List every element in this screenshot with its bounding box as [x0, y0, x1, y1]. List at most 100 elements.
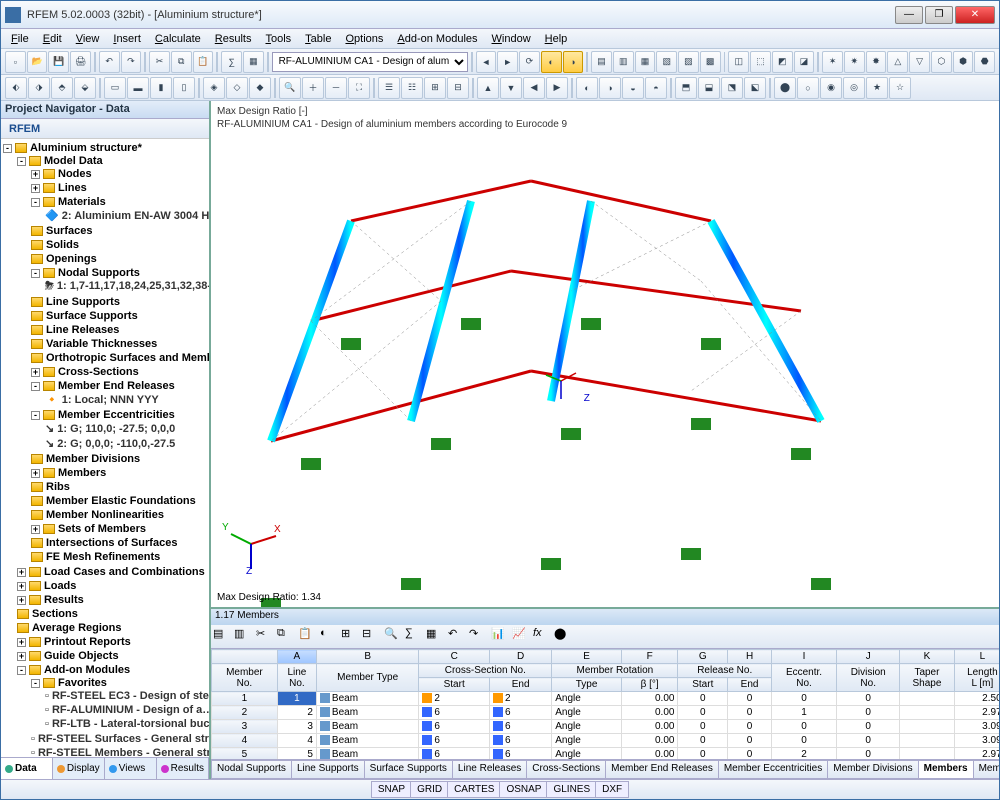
copy-icon[interactable]: ⧉	[171, 51, 192, 73]
status-cartes[interactable]: CARTES	[447, 781, 501, 798]
r19-icon[interactable]: ▶	[546, 77, 568, 99]
redo-icon[interactable]: ↷	[121, 51, 142, 73]
tt7-icon[interactable]: ⊞	[341, 627, 361, 647]
tt12-icon[interactable]: ↶	[448, 627, 468, 647]
tt-fx-icon[interactable]: fx	[533, 627, 553, 647]
tt5-icon[interactable]: 📋	[298, 627, 318, 647]
mesh-icon[interactable]: ▦	[243, 51, 264, 73]
r17-icon[interactable]: ▼	[500, 77, 522, 99]
r12-icon[interactable]: ☰	[378, 77, 400, 99]
new-icon[interactable]: ▫	[5, 51, 26, 73]
menu-calculate[interactable]: Calculate	[149, 31, 207, 47]
nav-tab-data[interactable]: Data	[1, 758, 53, 779]
r15-icon[interactable]: ⊟	[447, 77, 469, 99]
nav-tab-display[interactable]: Display	[53, 758, 105, 779]
table-tab-member-divisions[interactable]: Member Divisions	[827, 760, 918, 779]
status-grid[interactable]: GRID	[410, 781, 449, 798]
t5-icon[interactable]: ▨	[678, 51, 699, 73]
menu-view[interactable]: View	[70, 31, 106, 47]
r1-icon[interactable]: ⬖	[5, 77, 27, 99]
tt4-icon[interactable]: ⧉	[277, 627, 297, 647]
paste-icon[interactable]: 📋	[193, 51, 214, 73]
navigator-tree[interactable]: -Aluminium structure* -Model Data +Nodes…	[1, 139, 209, 757]
t1-icon[interactable]: ▤	[591, 51, 612, 73]
menu-options[interactable]: Options	[339, 31, 389, 47]
tt10-icon[interactable]: ∑	[405, 627, 425, 647]
nav-fwd-icon[interactable]: ►	[497, 51, 518, 73]
menu-results[interactable]: Results	[209, 31, 258, 47]
zoom-out-icon[interactable]: －	[325, 77, 347, 99]
r31-icon[interactable]: ◎	[843, 77, 865, 99]
r3-icon[interactable]: ⬘	[51, 77, 73, 99]
tt6-icon[interactable]: ◐	[320, 627, 340, 647]
navigator-root[interactable]: RFEM	[1, 119, 209, 139]
menu-help[interactable]: Help	[539, 31, 574, 47]
r9-icon[interactable]: ◈	[203, 77, 225, 99]
t8-icon[interactable]: ⬚	[750, 51, 771, 73]
t14-icon[interactable]: △	[887, 51, 908, 73]
t12-icon[interactable]: ✷	[844, 51, 865, 73]
r21-icon[interactable]: ◑	[599, 77, 621, 99]
tt14-icon[interactable]: 📊	[491, 627, 511, 647]
table-tab-member-end-releases[interactable]: Member End Releases	[605, 760, 719, 779]
table-tab-surface-supports[interactable]: Surface Supports	[364, 760, 453, 779]
tt9-icon[interactable]: 🔍	[384, 627, 404, 647]
zoom-icon[interactable]: 🔍	[279, 77, 301, 99]
menu-table[interactable]: Table	[299, 31, 337, 47]
status-osnap[interactable]: OSNAP	[499, 781, 548, 798]
r11-icon[interactable]: ◆	[249, 77, 271, 99]
r23-icon[interactable]: ◓	[645, 77, 667, 99]
save-icon[interactable]: 💾	[48, 51, 69, 73]
tt3-icon[interactable]: ✂	[256, 627, 276, 647]
tt13-icon[interactable]: ↷	[469, 627, 489, 647]
t7-icon[interactable]: ◫	[728, 51, 749, 73]
r28-icon[interactable]: ⬤	[774, 77, 796, 99]
nav-tab-results[interactable]: Results	[157, 758, 209, 779]
tt11-icon[interactable]: ▦	[426, 627, 446, 647]
calc-icon[interactable]: ∑	[221, 51, 242, 73]
r26-icon[interactable]: ⬔	[721, 77, 743, 99]
r6-icon[interactable]: ▬	[127, 77, 149, 99]
refresh-icon[interactable]: ⟳	[519, 51, 540, 73]
r7-icon[interactable]: ▮	[150, 77, 172, 99]
r5-icon[interactable]: ▭	[104, 77, 126, 99]
r30-icon[interactable]: ◉	[820, 77, 842, 99]
highlight-1-icon[interactable]: ◐	[541, 51, 562, 73]
table-tab-members[interactable]: Members	[918, 760, 974, 779]
status-dxf[interactable]: DXF	[595, 781, 629, 798]
t9-icon[interactable]: ◩	[772, 51, 793, 73]
t13-icon[interactable]: ✸	[866, 51, 887, 73]
tt8-icon[interactable]: ⊟	[362, 627, 382, 647]
menu-window[interactable]: Window	[486, 31, 537, 47]
status-glines[interactable]: GLINES	[546, 781, 597, 798]
maximize-button[interactable]: ❐	[925, 6, 953, 24]
open-icon[interactable]: 📂	[27, 51, 48, 73]
r4-icon[interactable]: ⬙	[74, 77, 96, 99]
r33-icon[interactable]: ☆	[889, 77, 911, 99]
t15-icon[interactable]: ▽	[909, 51, 930, 73]
menu-file[interactable]: File	[5, 31, 35, 47]
tt15-icon[interactable]: 📈	[512, 627, 532, 647]
t6-icon[interactable]: ▩	[700, 51, 721, 73]
titlebar[interactable]: RFEM 5.02.0003 (32bit) - [Aluminium stru…	[1, 1, 999, 29]
table-tab-nodal-supports[interactable]: Nodal Supports	[211, 760, 292, 779]
close-button[interactable]: ✕	[955, 6, 995, 24]
nav-back-icon[interactable]: ◄	[476, 51, 497, 73]
table-tab-cross-sections[interactable]: Cross-Sections	[526, 760, 606, 779]
table-tab-line-supports[interactable]: Line Supports	[291, 760, 365, 779]
r14-icon[interactable]: ⊞	[424, 77, 446, 99]
table-tab-line-releases[interactable]: Line Releases	[452, 760, 527, 779]
r10-icon[interactable]: ◇	[226, 77, 248, 99]
r2-icon[interactable]: ⬗	[28, 77, 50, 99]
r20-icon[interactable]: ◐	[576, 77, 598, 99]
tt2-icon[interactable]: ▥	[234, 627, 254, 647]
menu-tools[interactable]: Tools	[259, 31, 297, 47]
table-tab-member-eccentricities[interactable]: Member Eccentricities	[718, 760, 828, 779]
t17-icon[interactable]: ⬢	[953, 51, 974, 73]
r32-icon[interactable]: ★	[866, 77, 888, 99]
minimize-button[interactable]: —	[895, 6, 923, 24]
undo-icon[interactable]: ↶	[99, 51, 120, 73]
highlight-2-icon[interactable]: ◑	[563, 51, 584, 73]
tt16-icon[interactable]: ⬤	[554, 627, 574, 647]
zoom-fit-icon[interactable]: ⛶	[348, 77, 370, 99]
